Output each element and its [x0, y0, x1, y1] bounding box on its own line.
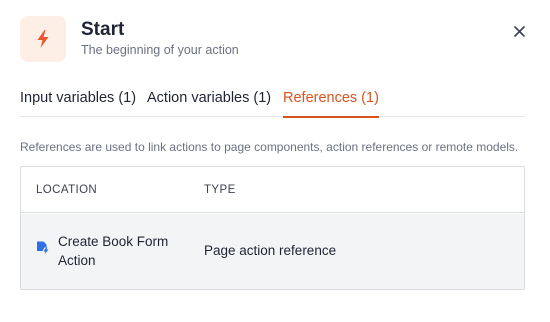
- tab-bar: Input variables (1) Action variables (1)…: [20, 82, 525, 118]
- panel-title: Start: [81, 19, 125, 40]
- close-button[interactable]: [510, 22, 528, 40]
- panel-header: Start The beginning of your action: [20, 16, 530, 64]
- start-icon-box: [20, 16, 66, 62]
- table-row[interactable]: Create Book Form Action Page action refe…: [21, 214, 524, 289]
- column-header-type: TYPE: [204, 184, 236, 196]
- table-header: LOCATION TYPE: [21, 167, 524, 213]
- page-action-icon: [36, 241, 50, 255]
- lightning-bolt-icon: [37, 30, 49, 48]
- column-header-location: LOCATION: [36, 184, 98, 196]
- tab-input-variables[interactable]: Input variables (1): [20, 82, 136, 117]
- references-description: References are used to link actions to p…: [20, 140, 519, 154]
- close-icon: [513, 25, 525, 37]
- location-link[interactable]: Create Book Form Action: [58, 232, 198, 270]
- tab-action-variables[interactable]: Action variables (1): [147, 82, 271, 117]
- tab-references[interactable]: References (1): [283, 82, 379, 118]
- panel-subtitle: The beginning of your action: [81, 43, 239, 57]
- type-cell: Page action reference: [204, 243, 337, 258]
- references-table: LOCATION TYPE Create Book Form Action Pa…: [20, 166, 525, 290]
